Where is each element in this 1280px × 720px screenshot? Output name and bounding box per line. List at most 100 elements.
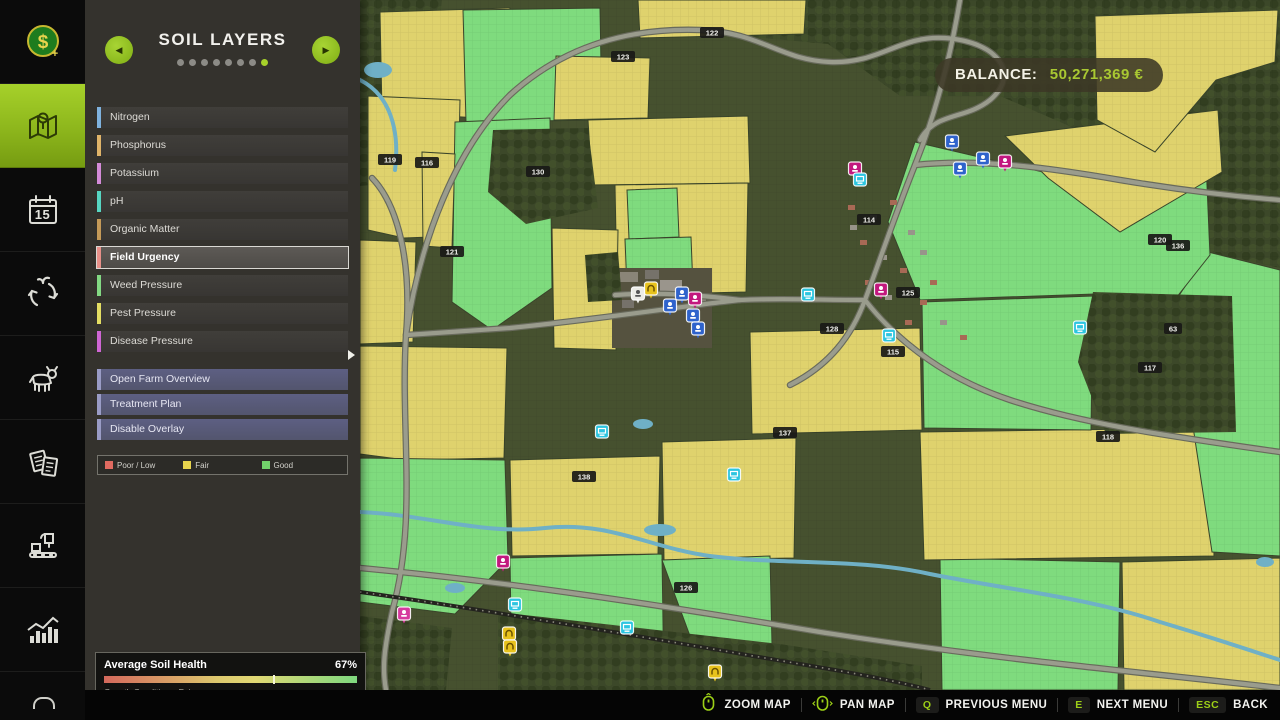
soil-layers-panel: ◀ SOIL LAYERS ▶ NitrogenPhosphorusPotass… <box>85 0 360 690</box>
building <box>620 272 638 282</box>
divider <box>1178 698 1179 712</box>
field-number-label: 117 <box>1138 362 1162 373</box>
overlay-legend: Poor / LowFairGood <box>97 455 348 475</box>
pond <box>633 419 653 429</box>
balance-pill: BALANCE: 50,271,369 € <box>935 58 1163 92</box>
previous-layer-page-button[interactable]: ◀ <box>105 36 133 64</box>
legend-swatch <box>262 461 270 469</box>
layer-item-pest-pressure[interactable]: Pest Pressure <box>97 303 348 324</box>
field-number-label: 122 <box>700 27 724 38</box>
svg-text:130: 130 <box>532 168 545 177</box>
building <box>930 280 937 285</box>
map-marker-cyan[interactable] <box>596 425 609 438</box>
page-dot <box>177 59 184 66</box>
layer-item-ph[interactable]: pH <box>97 191 348 212</box>
svg-text:136: 136 <box>1172 242 1185 251</box>
sidebar-item-map[interactable] <box>0 84 85 168</box>
map-marker-cyan[interactable] <box>621 621 634 634</box>
zoom-map-control[interactable]: ZOOM MAP <box>700 693 790 717</box>
layer-item-potassium[interactable]: Potassium <box>97 163 348 184</box>
field-number-label: 137 <box>773 427 797 438</box>
map-icon <box>22 105 64 147</box>
documents-icon <box>22 441 64 483</box>
pan-map-control[interactable]: PAN MAP <box>812 693 895 717</box>
sidebar-item-animals[interactable] <box>0 336 85 420</box>
sidebar-item-contracts[interactable] <box>0 420 85 504</box>
layer-item-field-urgency[interactable]: Field Urgency <box>97 247 348 268</box>
soil-health-value: 67% <box>335 659 357 671</box>
svg-text:116: 116 <box>421 159 433 168</box>
field-number-label: 115 <box>881 346 905 357</box>
map-marker-cyan[interactable] <box>509 598 522 611</box>
layer-item-organic-matter[interactable]: Organic Matter <box>97 219 348 240</box>
field-number-label: 63 <box>1164 323 1182 334</box>
map-canvas[interactable]: 1191161211301231221141251281151366311713… <box>360 0 1280 690</box>
crop-rotation-icon <box>22 273 64 315</box>
layer-item-weed-pressure[interactable]: Weed Pressure <box>97 275 348 296</box>
field-number-label: 123 <box>611 51 635 62</box>
previous-menu-control[interactable]: QPREVIOUS MENU <box>916 697 1047 713</box>
map-marker-cyan[interactable] <box>854 173 867 186</box>
soil-layer-list: Nitrogen Phosphorus Potassium pH Organic Mat… <box>97 107 348 352</box>
building <box>905 320 912 325</box>
open-farm-overview-button[interactable]: Open Farm Overview <box>97 369 348 390</box>
map-marker-cyan[interactable] <box>1074 321 1087 334</box>
cow-icon <box>22 357 64 399</box>
map-marker-cyan[interactable] <box>802 288 815 301</box>
layer-item-nitrogen[interactable]: Nitrogen <box>97 107 348 128</box>
building <box>890 200 897 205</box>
calendar-day-number: 15 <box>0 207 85 222</box>
building <box>860 240 867 245</box>
soil-health-title: Average Soil Health <box>104 659 207 671</box>
svg-text:$: $ <box>37 32 48 53</box>
statistics-chart-icon <box>22 609 64 651</box>
world-map-view[interactable]: 1191161211301231221141251281151366311713… <box>360 0 1280 690</box>
sidebar-icon-rail: $ + 15 <box>0 0 85 720</box>
field-number-label: 119 <box>378 154 402 165</box>
field-number-label: 130 <box>526 166 550 177</box>
layer-item-phosphorus[interactable]: Phosphorus <box>97 135 348 156</box>
next-layer-page-button[interactable]: ▶ <box>312 36 340 64</box>
sidebar-item-statistics[interactable] <box>0 588 85 672</box>
finances-coin-icon: $ + <box>22 21 64 63</box>
back-control[interactable]: ESC BACK <box>1189 697 1268 713</box>
control-label: BACK <box>1233 699 1268 711</box>
pond <box>1256 557 1274 567</box>
sidebar-item-production[interactable] <box>0 504 85 588</box>
map-marker-cyan[interactable] <box>883 329 896 342</box>
pond <box>445 583 465 593</box>
soil-health-marker <box>273 675 275 684</box>
treatment-plan-button[interactable]: Treatment Plan <box>97 394 348 415</box>
keycap-esc: ESC <box>1189 697 1226 713</box>
sidebar-item-finances[interactable]: $ + <box>0 0 85 84</box>
divider <box>905 698 906 712</box>
sidebar-item-crop-rotation[interactable] <box>0 252 85 336</box>
divider <box>1057 698 1058 712</box>
mouse-drag-icon <box>812 693 833 717</box>
legend-swatch <box>183 461 191 469</box>
building <box>920 250 927 255</box>
next-menu-control[interactable]: ENEXT MENU <box>1068 697 1168 713</box>
building <box>940 320 947 325</box>
building <box>850 225 857 230</box>
field-number-label: 116 <box>415 157 439 168</box>
balance-amount: 50,271,369 € <box>1050 66 1144 83</box>
map-marker-cyan[interactable] <box>728 468 741 481</box>
pond <box>364 62 392 78</box>
field-number-label: 128 <box>820 323 844 334</box>
svg-text:123: 123 <box>617 53 630 62</box>
control-hints-bar: ZOOM MAP PAN MAP QPREVIOUS MENU ENEXT MENU E… <box>0 690 1280 720</box>
page-dot <box>261 59 268 66</box>
mouse-scroll-icon <box>700 693 717 717</box>
disable-overlay-button[interactable]: Disable Overlay <box>97 419 348 440</box>
building <box>960 335 967 340</box>
balance-label: BALANCE: <box>955 66 1037 83</box>
building <box>908 230 915 235</box>
help-icon-partial <box>33 697 55 709</box>
action-button-list: Open Farm Overview Treatment Plan Disable … <box>97 369 348 440</box>
svg-text:119: 119 <box>384 156 396 165</box>
layer-item-disease-pressure[interactable]: Disease Pressure <box>97 331 348 352</box>
svg-text:115: 115 <box>887 348 899 357</box>
svg-text:63: 63 <box>1169 325 1177 334</box>
sidebar-item-calendar[interactable]: 15 <box>0 168 85 252</box>
